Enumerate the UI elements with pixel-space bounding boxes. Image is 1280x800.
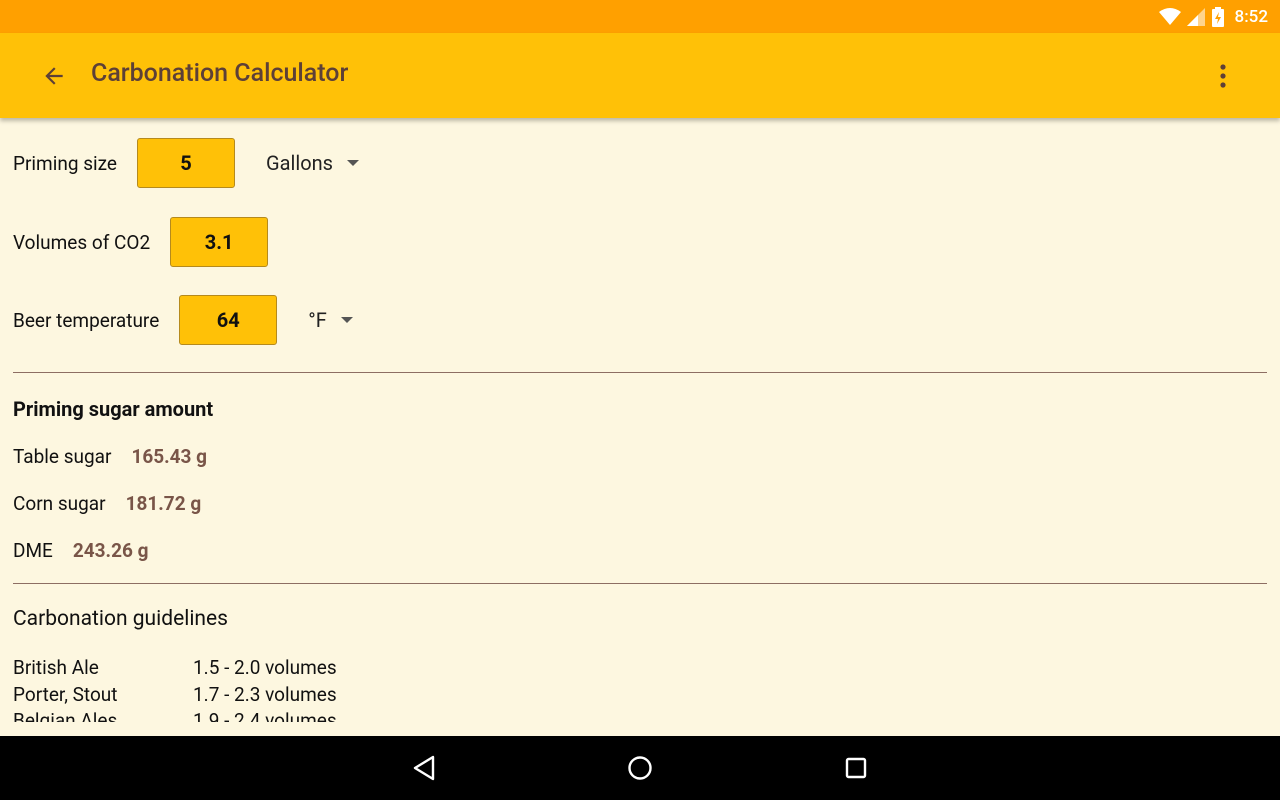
dme-label: DME	[13, 539, 53, 562]
co2-label: Volumes of CO2	[13, 230, 151, 254]
battery-charging-icon	[1211, 7, 1224, 27]
volume-unit-dropdown[interactable]: Gallons	[266, 151, 359, 175]
priming-size-row: Priming size 5 Gallons	[13, 136, 359, 190]
temperature-input[interactable]: 64	[179, 295, 278, 345]
co2-input[interactable]: 3.1	[170, 217, 269, 267]
corn-sugar-value: 181.72 g	[125, 492, 202, 515]
guidelines-heading: Carbonation guidelines	[13, 607, 228, 631]
corn-sugar-label: Corn sugar	[13, 492, 106, 515]
corn-sugar-result: Corn sugar 181.72 g	[13, 492, 201, 515]
nav-home-button[interactable]	[624, 752, 656, 784]
temperature-row: Beer temperature 64 °F	[13, 293, 353, 347]
dme-result: DME 243.26 g	[13, 539, 148, 562]
table-sugar-result: Table sugar 165.43 g	[13, 445, 207, 468]
wifi-icon	[1158, 8, 1181, 25]
guideline-row: Belgian Ales 1.9 - 2.4 volumes	[13, 709, 337, 722]
circle-home-icon	[628, 756, 652, 780]
volume-unit-value: Gallons	[265, 151, 333, 175]
guideline-style: Belgian Ales	[13, 709, 118, 722]
divider	[13, 372, 1267, 373]
signal-icon	[1186, 8, 1205, 26]
co2-row: Volumes of CO2 3.1	[13, 215, 269, 269]
temperature-unit-value: °F	[308, 308, 327, 332]
navigation-bar	[0, 736, 1280, 800]
guideline-style: Porter, Stout	[13, 683, 118, 706]
arrow-back-icon	[45, 67, 63, 85]
status-bar: 8:52	[0, 0, 1280, 33]
guideline-row: British Ale 1.5 - 2.0 volumes	[13, 656, 337, 679]
triangle-back-icon	[413, 755, 435, 781]
square-recents-icon	[845, 757, 867, 779]
guideline-range: 1.7 - 2.3 volumes	[193, 683, 337, 706]
temperature-unit-dropdown[interactable]: °F	[308, 308, 353, 332]
page-title: Carbonation Calculator	[91, 59, 349, 88]
table-sugar-value: 165.43 g	[131, 445, 208, 468]
nav-back-button[interactable]	[408, 752, 440, 784]
priming-size-label: Priming size	[13, 151, 117, 175]
priming-size-input[interactable]: 5	[136, 138, 235, 188]
status-time: 8:52	[1234, 7, 1268, 27]
app-bar: Carbonation Calculator	[0, 33, 1280, 118]
status-icons: 8:52	[1158, 6, 1268, 28]
more-vert-icon	[1220, 64, 1226, 88]
dropdown-arrow-icon	[347, 160, 359, 166]
dropdown-arrow-icon	[340, 317, 353, 323]
divider	[13, 583, 1267, 584]
guideline-range: 1.9 - 2.4 volumes	[193, 709, 337, 722]
guideline-row: Porter, Stout 1.7 - 2.3 volumes	[13, 683, 337, 706]
table-sugar-label: Table sugar	[13, 445, 112, 468]
dme-value: 243.26 g	[72, 539, 149, 562]
overflow-menu-button[interactable]	[1202, 55, 1244, 97]
priming-sugar-heading: Priming sugar amount	[13, 397, 214, 421]
temperature-label: Beer temperature	[13, 308, 160, 332]
nav-recents-button[interactable]	[840, 752, 872, 784]
main-content: Priming size 5 Gallons Volumes of CO2 3.…	[0, 118, 1280, 722]
back-button[interactable]	[33, 55, 75, 97]
guideline-style: British Ale	[13, 656, 99, 679]
guideline-range: 1.5 - 2.0 volumes	[193, 656, 337, 679]
